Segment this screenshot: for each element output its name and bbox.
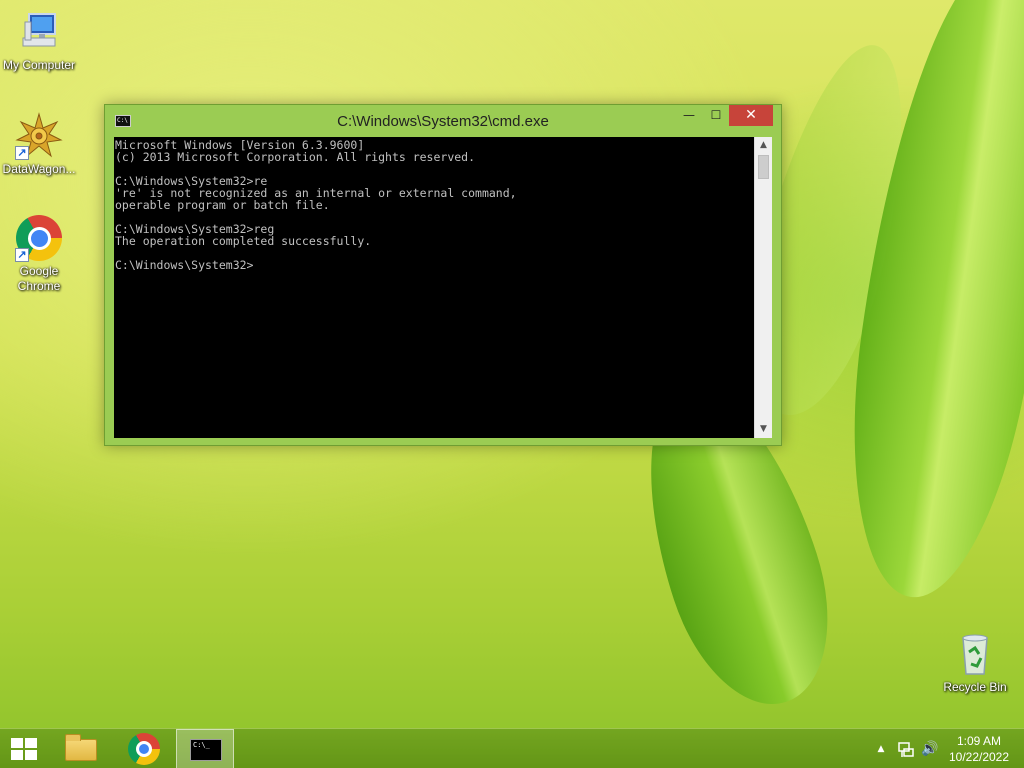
datawagon-icon: ↗ [15,112,63,160]
folder-icon [65,734,97,761]
desktop-icon-datawagon[interactable]: ↗ DataWagon... [0,112,78,177]
taskbar-file-explorer[interactable] [56,729,106,768]
scroll-up-icon[interactable]: ▲ [755,137,772,154]
taskbar: C:\_ ▲ 🔊 1:09 AM 10/22/2022 [0,728,1024,768]
desktop-icon-label: DataWagon... [2,162,76,176]
window-titlebar[interactable]: C:\ C:\Windows\System32\cmd.exe — ☐ ✕ [105,105,781,137]
console-line: The operation completed successfully. [115,234,372,248]
windows-logo-icon [11,738,37,760]
taskbar-command-prompt[interactable]: C:\_ [176,729,234,768]
console-line: (c) 2013 Microsoft Corporation. All righ… [115,150,476,164]
volume-icon[interactable]: 🔊 [921,729,939,768]
maximize-icon: ☐ [710,108,722,122]
speaker-icon: 🔊 [921,741,939,757]
cmd-icon: C:\_ [190,739,222,761]
console-output[interactable]: Microsoft Windows [Version 6.3.9600] (c) … [114,137,754,438]
desktop-icon-recycle-bin[interactable]: Recycle Bin [936,630,1014,695]
clock-time: 1:09 AM [956,734,1002,748]
chrome-icon [128,733,160,765]
recycle-bin-icon [951,630,999,678]
network-icon[interactable] [897,729,915,768]
console-line: C:\Windows\System32> [115,258,254,272]
desktop-icon-label: Recycle Bin [943,680,1007,694]
show-hidden-icons-button[interactable]: ▲ [874,729,888,768]
desktop-icon-label: My Computer [2,58,76,72]
desktop-icon-label: Google Chrome [17,264,61,293]
close-button[interactable]: ✕ [729,105,773,126]
desktop-icon-google-chrome[interactable]: ↗ Google Chrome [0,214,78,294]
scroll-down-icon[interactable]: ▼ [755,421,772,438]
desktop-icon-my-computer[interactable]: My Computer [0,8,78,73]
system-clock[interactable]: 1:09 AM 10/22/2022 [944,733,1014,765]
console-line: operable program or batch file. [115,198,330,212]
vertical-scrollbar[interactable]: ▲ ▼ [754,137,772,438]
cmd-window[interactable]: C:\ C:\Windows\System32\cmd.exe — ☐ ✕ Mi… [104,104,782,446]
chrome-icon: ↗ [15,214,63,262]
minimize-button[interactable]: — [675,105,703,126]
close-icon: ✕ [745,107,757,123]
scroll-thumb[interactable] [758,155,769,179]
chevron-up-icon: ▲ [877,744,885,754]
shortcut-arrow-icon: ↗ [15,248,29,262]
start-button[interactable] [0,729,48,768]
shortcut-arrow-icon: ↗ [15,146,29,160]
maximize-button[interactable]: ☐ [702,105,730,126]
taskbar-google-chrome[interactable] [118,729,168,768]
clock-date: 10/22/2022 [948,750,1010,764]
computer-icon [15,8,63,56]
minimize-icon: — [683,108,695,122]
